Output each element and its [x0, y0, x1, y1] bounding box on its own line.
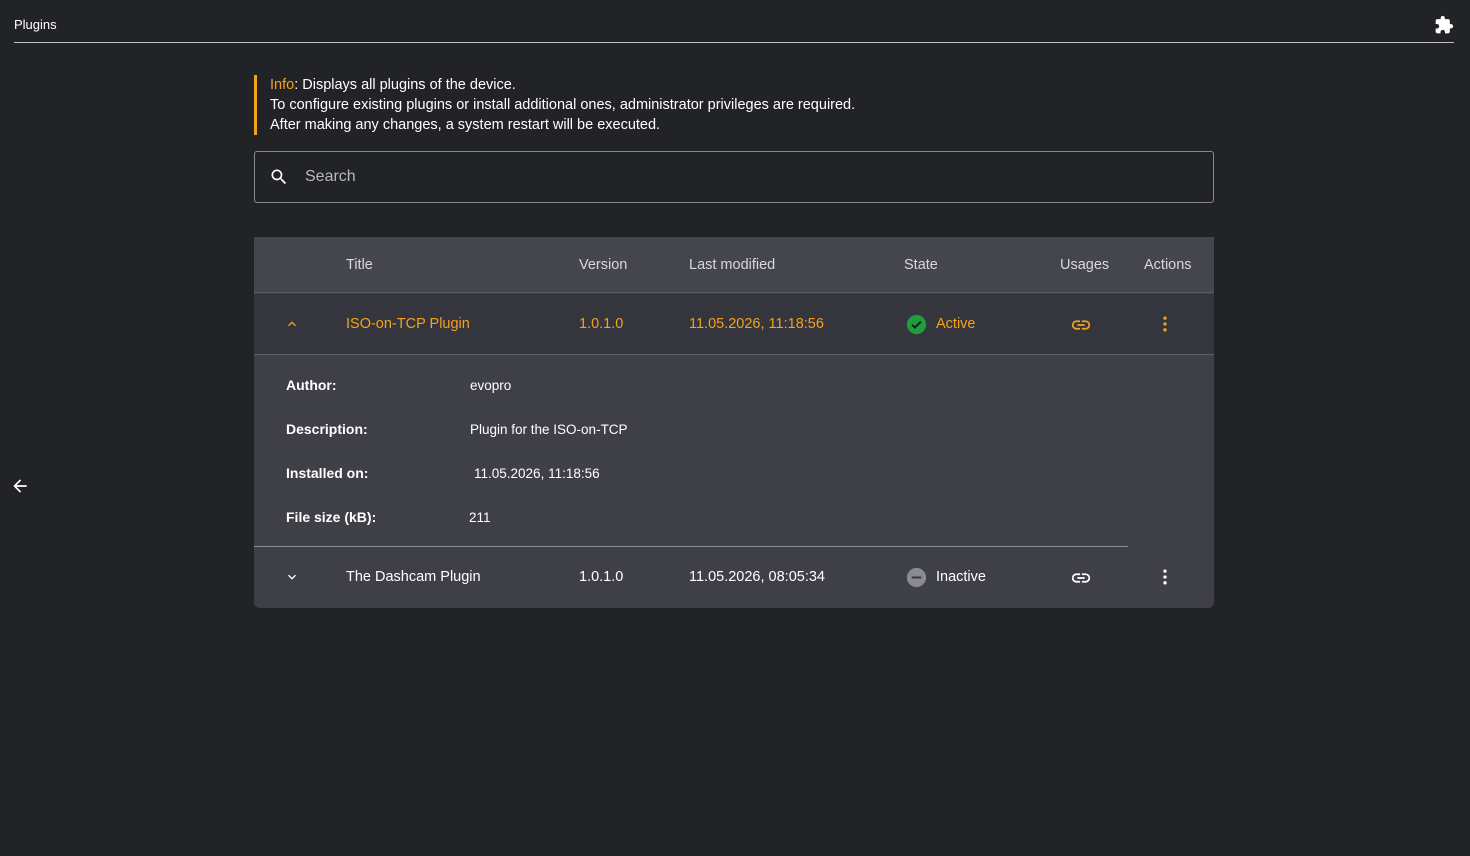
- more-vert-icon[interactable]: [1155, 314, 1175, 334]
- chevron-down-icon[interactable]: [284, 569, 300, 585]
- filesize-label: File size (kB):: [286, 509, 377, 525]
- plugin-last-modified: 11.05.2026, 08:05:34: [689, 569, 825, 585]
- column-header-state[interactable]: State: [904, 257, 938, 273]
- table-header: Title Version Last modified State Usages…: [254, 237, 1214, 293]
- plugins-table: Title Version Last modified State Usages…: [254, 237, 1214, 608]
- installed-label: Installed on:: [286, 465, 369, 481]
- column-header-usages: Usages: [1060, 257, 1110, 273]
- author-value: evopro: [470, 378, 512, 393]
- column-header-title[interactable]: Title: [346, 257, 373, 273]
- plugin-last-modified: 11.05.2026, 11:18:56: [689, 316, 824, 332]
- check-circle-icon: [906, 314, 927, 335]
- puzzle-icon[interactable]: [1434, 15, 1454, 35]
- column-header-version[interactable]: Version: [579, 257, 627, 273]
- info-line-1: Info: Displays all plugins of the device…: [270, 77, 516, 93]
- plugin-version: 1.0.1.0: [579, 569, 624, 585]
- plugin-state: Inactive: [936, 569, 986, 585]
- plugin-title: ISO-on-TCP Plugin: [346, 316, 470, 332]
- description-label: Description:: [286, 421, 368, 437]
- search-input[interactable]: [305, 152, 1195, 202]
- column-header-last-modified[interactable]: Last modified: [689, 257, 775, 273]
- more-vert-icon[interactable]: [1155, 567, 1175, 587]
- info-box: Info: Displays all plugins of the device…: [254, 75, 1214, 135]
- table-row[interactable]: The Dashcam Plugin 1.0.1.0 11.05.2026, 0…: [254, 547, 1214, 608]
- link-icon[interactable]: [1070, 567, 1092, 589]
- column-header-actions: Actions: [1144, 257, 1192, 273]
- plugin-version: 1.0.1.0: [579, 316, 624, 332]
- minus-circle-icon: [906, 567, 927, 588]
- installed-value: 11.05.2026, 11:18:56: [474, 466, 600, 481]
- back-arrow-icon[interactable]: [10, 476, 30, 496]
- search-box: [254, 151, 1214, 203]
- search-icon: [271, 169, 287, 185]
- page-title: Plugins: [14, 17, 57, 32]
- filesize-value: 211: [469, 510, 491, 525]
- chevron-up-icon[interactable]: [284, 316, 300, 332]
- plugin-details: Author: evopro Description: Plugin for t…: [254, 355, 1214, 547]
- info-line-3: After making any changes, a system resta…: [270, 117, 661, 133]
- info-line-2: To configure existing plugins or install…: [270, 97, 856, 113]
- info-label: Info: [270, 77, 295, 93]
- author-label: Author:: [286, 377, 337, 393]
- plugin-title: The Dashcam Plugin: [346, 569, 481, 585]
- plugin-state: Active: [936, 316, 976, 332]
- top-bar: Plugins: [14, 0, 1454, 43]
- table-row[interactable]: ISO-on-TCP Plugin 1.0.1.0 11.05.2026, 11…: [254, 294, 1214, 355]
- link-icon[interactable]: [1070, 314, 1092, 336]
- description-value: Plugin for the ISO-on-TCP: [470, 422, 628, 437]
